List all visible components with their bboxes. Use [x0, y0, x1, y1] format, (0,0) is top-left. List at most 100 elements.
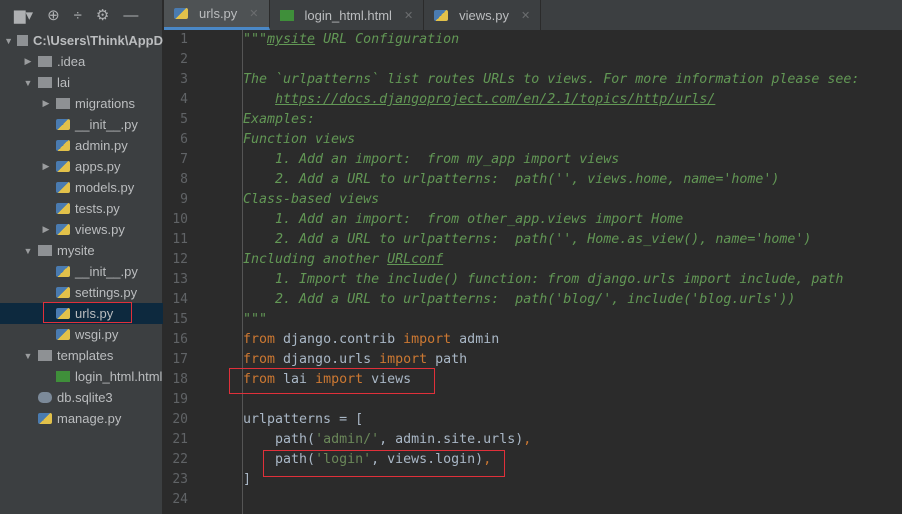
code-line: 1. Add an import: from my_app import vie… [243, 150, 619, 170]
editor-tabs: urls.py ✕ login_html.html ✕ views.py ✕ [164, 0, 902, 30]
tree-item[interactable]: ▼ templates [0, 345, 163, 366]
folder-icon [38, 77, 52, 88]
tab-label: urls.py [199, 6, 238, 21]
folder-icon[interactable]: ▆▾ [14, 6, 33, 24]
py-file-icon [56, 140, 70, 151]
tab-views-py[interactable]: views.py ✕ [424, 0, 542, 30]
tree-item[interactable]: db.sqlite3 [0, 387, 163, 408]
code-editor[interactable]: 1 """mysite URL Configuration 2 3 The `urlpa… [164, 30, 902, 514]
py-file-icon [56, 329, 70, 340]
line-number: 15 [172, 312, 188, 327]
code-line: Including another URLconf [243, 250, 443, 270]
highlight-box-path [263, 450, 505, 477]
code-line: path('admin/', admin.site.urls), [243, 430, 531, 450]
html-file-icon [56, 371, 70, 382]
folder-icon [38, 350, 52, 361]
tree-item-label: migrations [75, 96, 135, 111]
code-token: , admin.site.urls [379, 432, 516, 447]
code-line: urlpatterns = [ [243, 410, 363, 430]
expand-arrow-icon[interactable]: ▼ [22, 351, 34, 361]
collapse-arrow-icon[interactable]: ▶ [40, 224, 52, 235]
tree-item[interactable]: ▶ apps.py [0, 156, 163, 177]
py-file-icon [56, 182, 70, 193]
collapse-icon[interactable]: ÷ [74, 7, 82, 24]
tree-item-label: __init__.py [75, 264, 138, 279]
line-number: 6 [180, 132, 188, 147]
tree-item[interactable]: models.py [0, 177, 163, 198]
tree-item-label: db.sqlite3 [57, 390, 113, 405]
tree-item-label: .idea [57, 54, 86, 69]
tree-item-label: wsgi.py [75, 327, 119, 342]
locate-icon[interactable]: ⊕ [47, 6, 60, 24]
line-number: 17 [172, 352, 188, 367]
gear-icon[interactable]: ⚙ [96, 6, 109, 24]
code-line: https://docs.djangoproject.com/en/2.1/to… [243, 90, 715, 110]
tree-item[interactable]: wsgi.py [0, 324, 163, 345]
collapse-arrow-icon[interactable]: ▶ [40, 98, 52, 109]
tree-item[interactable]: ▼ lai [0, 72, 163, 93]
highlight-box-import [229, 368, 435, 394]
collapse-arrow-icon[interactable]: ▶ [22, 56, 34, 67]
tree-item[interactable]: login_html.html [0, 366, 163, 387]
code-line: 1. Add an import: from other_app.views i… [243, 210, 683, 230]
tree-item[interactable]: ▶ .idea [0, 51, 163, 72]
tree-item[interactable]: settings.py [0, 282, 163, 303]
py-file-icon [56, 203, 70, 214]
code-token: The `urlpatterns` list routes URLs to vi… [243, 72, 860, 87]
code-line: """mysite URL Configuration [243, 30, 459, 50]
tree-item[interactable]: ▼ C:\Users\Think\AppD [0, 30, 163, 51]
code-token: Function views [243, 132, 356, 147]
line-number: 4 [180, 92, 188, 107]
code-token: 2. Add a URL to urlpatterns: path('', Ho… [243, 232, 812, 247]
py-file-icon [174, 8, 188, 19]
minimize-icon[interactable]: — [123, 7, 138, 24]
expand-arrow-icon[interactable]: ▼ [22, 78, 34, 88]
line-number: 7 [180, 152, 188, 167]
tab-login_html-html[interactable]: login_html.html ✕ [270, 0, 425, 30]
close-icon[interactable]: ✕ [404, 9, 413, 22]
py-file-icon [56, 119, 70, 130]
line-number: 14 [172, 292, 188, 307]
code-token: 1. Add an import: from my_app import vie… [243, 152, 620, 167]
tree-item[interactable]: admin.py [0, 135, 163, 156]
code-token: https://docs.djangoproject.com/en/2.1/to… [275, 92, 716, 107]
tree-item[interactable]: __init__.py [0, 114, 163, 135]
tree-item[interactable]: ▼ mysite [0, 240, 163, 261]
close-icon[interactable]: ✕ [521, 9, 530, 22]
code-token: import [403, 332, 452, 347]
project-sidebar: ▆▾ ⊕ ÷ ⚙ — ▼ C:\Users\Think\AppD ▶ .idea ▼ la… [0, 0, 163, 514]
tree-item[interactable]: ▶ views.py [0, 219, 163, 240]
line-number: 23 [172, 472, 188, 487]
line-number: 24 [172, 492, 188, 507]
tree-item[interactable]: ▶ migrations [0, 93, 163, 114]
code-line: 2. Add a URL to urlpatterns: path('', Ho… [243, 230, 811, 250]
line-number: 16 [172, 332, 188, 347]
line-number: 8 [180, 172, 188, 187]
folder-icon [56, 98, 70, 109]
tree-item[interactable]: tests.py [0, 198, 163, 219]
expand-arrow-icon[interactable]: ▼ [4, 36, 13, 46]
folder-icon [38, 56, 52, 67]
code-token: ] [243, 472, 252, 487]
code-token: Including another [243, 252, 388, 267]
code-token: 2. Add a URL to urlpatterns: path('blog/… [243, 292, 796, 307]
py-file-icon [56, 161, 70, 172]
expand-arrow-icon[interactable]: ▼ [22, 246, 34, 256]
collapse-arrow-icon[interactable]: ▶ [40, 161, 52, 172]
tree-item[interactable]: manage.py [0, 408, 163, 429]
py-file-icon [56, 266, 70, 277]
tree-item[interactable]: __init__.py [0, 261, 163, 282]
close-icon[interactable]: ✕ [249, 7, 258, 20]
line-number: 5 [180, 112, 188, 127]
line-number: 18 [172, 372, 188, 387]
tree-item-label: admin.py [75, 138, 128, 153]
tree-item-label: apps.py [75, 159, 121, 174]
py-file-icon [434, 9, 449, 21]
tab-urls-py[interactable]: urls.py ✕ [164, 0, 270, 30]
line-number: 9 [180, 192, 188, 207]
line-number: 1 [180, 32, 188, 47]
tree-item-label: mysite [57, 243, 95, 258]
code-line: """ [243, 310, 267, 330]
code-token: """ [243, 312, 268, 327]
